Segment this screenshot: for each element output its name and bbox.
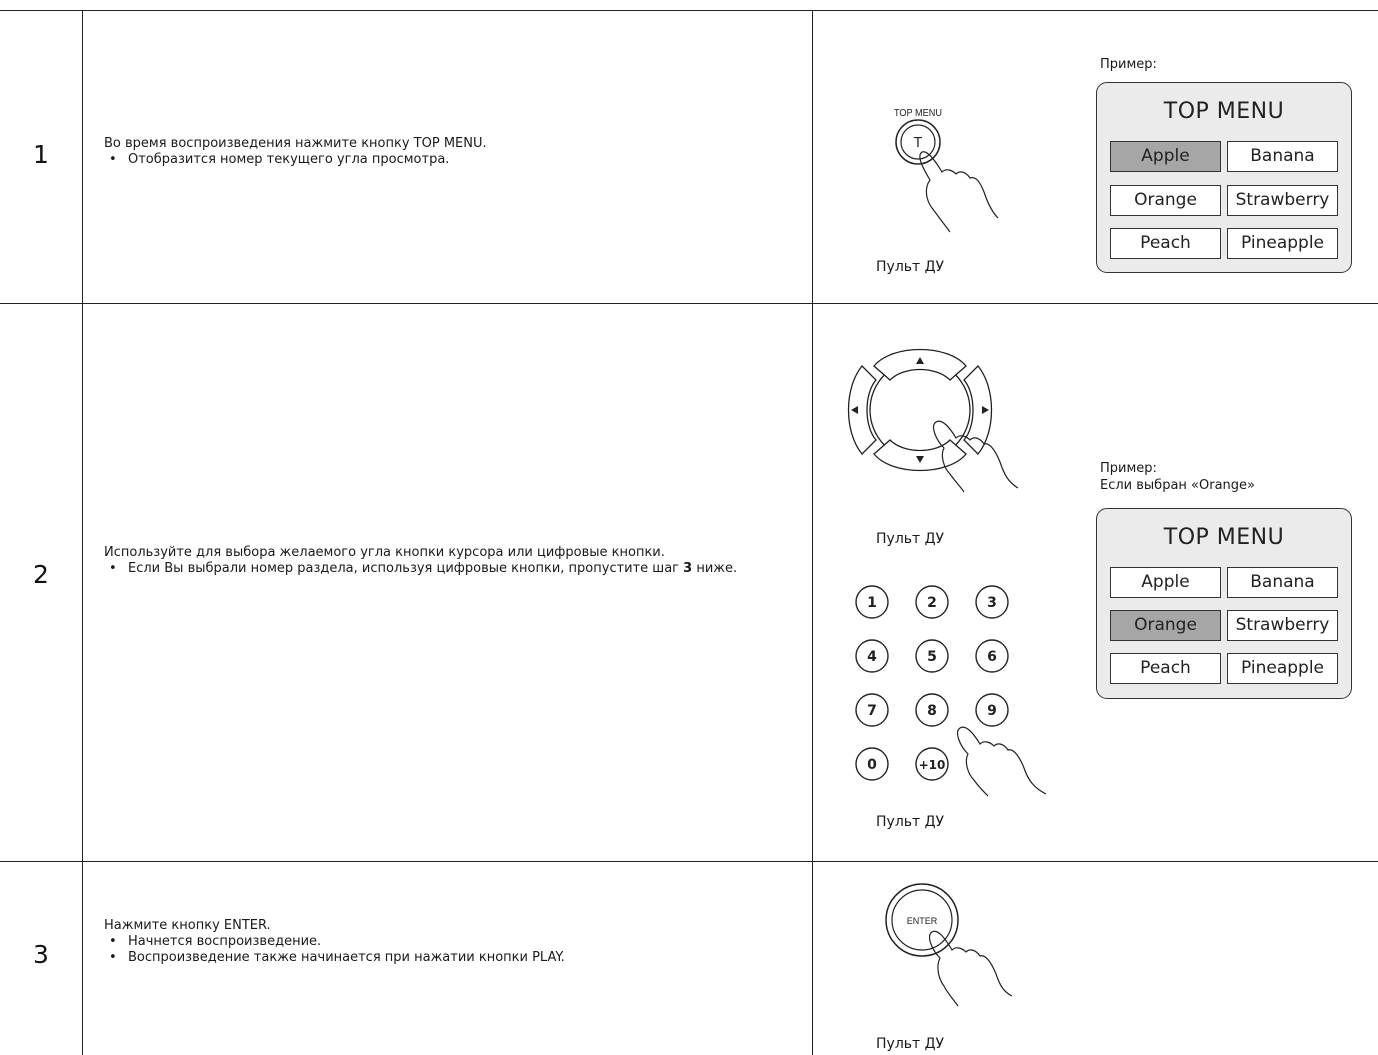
table-border-top: [0, 10, 1378, 11]
number-key-2: 2: [927, 595, 937, 611]
number-key-7: 7: [867, 703, 877, 719]
bullet-dot: •: [109, 934, 117, 949]
number-key-9: 9: [987, 703, 997, 719]
step-3-description: Нажмите кнопку ENTER. • Начнется воспрои…: [104, 918, 776, 966]
top-menu-button-label: TOP MENU: [894, 108, 942, 119]
menu-item-pineapple[interactable]: Pineapple: [1227, 653, 1338, 684]
number-key-3: 3: [987, 595, 997, 611]
number-keypad-illustration: 1 2 3 4 5 6 7 8 9 0 +10: [855, 585, 1047, 797]
step-number-3: 3: [33, 940, 49, 969]
number-key-1: 1: [867, 595, 877, 611]
step-number-1: 1: [33, 140, 49, 169]
enter-button-label: ENTER: [907, 916, 938, 926]
menu-item-strawberry[interactable]: Strawberry: [1227, 185, 1338, 216]
column-divider-illustration: [812, 10, 813, 1055]
top-menu-screen-2: TOP MENU Apple Banana Orange Strawberry …: [1096, 508, 1352, 699]
menu-item-pineapple[interactable]: Pineapple: [1227, 228, 1338, 259]
example-caption-2: Пример: Если выбран «Orange»: [1100, 460, 1255, 494]
step-3-bullet-2-text: Воспроизведение также начинается при наж…: [128, 950, 565, 965]
example-caption-2-line1: Пример:: [1100, 461, 1157, 476]
number-key-plus10: +10: [919, 758, 946, 772]
menu-item-banana[interactable]: Banana: [1227, 141, 1338, 172]
menu-item-peach[interactable]: Peach: [1110, 653, 1221, 684]
step-number-2: 2: [33, 560, 49, 589]
instruction-table: 1 Во время воспроизведения нажмите кнопк…: [0, 0, 1378, 1055]
cursor-pad-illustration: [847, 348, 1019, 493]
step-1-text: Во время воспроизведения нажмите кнопку …: [104, 136, 487, 151]
menu-item-apple[interactable]: Apple: [1110, 567, 1221, 598]
step-1-bullet: • Отобразится номер текущего угла просмо…: [104, 152, 776, 168]
step-3-bullet-2: • Воспроизведение также начинается при н…: [104, 950, 776, 966]
hand-pointer-icon: [956, 726, 1047, 797]
step-2-bullet-step-ref: 3: [683, 561, 693, 576]
bullet-dot: •: [109, 561, 117, 576]
step-3-text: Нажмите кнопку ENTER.: [104, 918, 271, 933]
step-2-bullet-text: Если Вы выбрали номер раздела, используя…: [128, 561, 680, 576]
row-divider-2: [0, 861, 1378, 862]
remote-label-1: Пульт ДУ: [876, 259, 945, 275]
enter-button-illustration: ENTER: [885, 883, 1013, 1007]
number-key-0: 0: [867, 757, 877, 773]
menu-item-orange[interactable]: Orange: [1110, 185, 1221, 216]
step-2-bullet: • Если Вы выбрали номер раздела, использ…: [104, 561, 776, 577]
step-1-description: Во время воспроизведения нажмите кнопку …: [104, 136, 776, 168]
hand-pointer-icon: [919, 151, 999, 233]
example-caption-2-line2: Если выбран «Orange»: [1100, 478, 1255, 493]
remote-label-2a: Пульт ДУ: [876, 531, 945, 547]
example-caption-1: Пример:: [1100, 57, 1157, 72]
bullet-dot: •: [109, 152, 117, 167]
number-key-8: 8: [927, 703, 937, 719]
step-3-bullet-1: • Начнется воспроизведение.: [104, 934, 776, 950]
step-2-bullet-tail: ниже.: [696, 561, 738, 576]
number-key-4: 4: [867, 649, 877, 665]
menu-item-apple[interactable]: Apple: [1110, 141, 1221, 172]
top-menu-screen-1: TOP MENU Apple Banana Orange Strawberry …: [1096, 82, 1352, 273]
menu-item-peach[interactable]: Peach: [1110, 228, 1221, 259]
remote-label-2b: Пульт ДУ: [876, 814, 945, 830]
step-2-text: Используйте для выбора желаемого угла кн…: [104, 545, 665, 560]
row-divider-1: [0, 303, 1378, 304]
menu-item-banana[interactable]: Banana: [1227, 567, 1338, 598]
step-3-bullet-1-text: Начнется воспроизведение.: [128, 934, 322, 949]
number-key-5: 5: [927, 649, 937, 665]
menu-item-strawberry[interactable]: Strawberry: [1227, 610, 1338, 641]
step-2-description: Используйте для выбора желаемого угла кн…: [104, 545, 776, 577]
remote-label-3: Пульт ДУ: [876, 1036, 945, 1052]
step-1-bullet-text: Отобразится номер текущего угла просмотр…: [128, 152, 450, 167]
menu-item-orange[interactable]: Orange: [1110, 610, 1221, 641]
top-menu-title-1: TOP MENU: [1163, 99, 1285, 124]
bullet-dot: •: [109, 950, 117, 965]
column-divider-number: [82, 10, 83, 1055]
number-key-6: 6: [987, 649, 997, 665]
top-menu-title-2: TOP MENU: [1163, 525, 1285, 550]
top-menu-button-illustration: TOP MENU T: [894, 108, 999, 233]
top-menu-button-letter: T: [913, 136, 922, 151]
